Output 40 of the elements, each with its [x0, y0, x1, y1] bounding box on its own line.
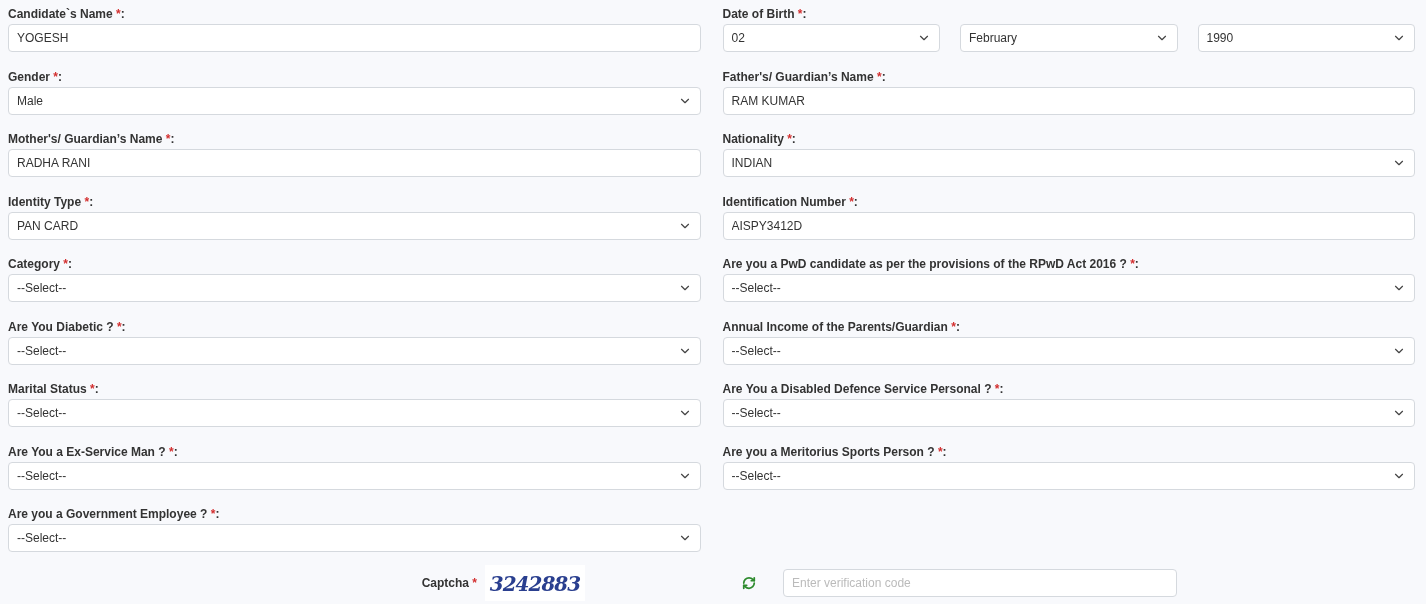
- field-label: Date of Birth *:: [722, 6, 808, 22]
- select-field[interactable]: 02: [722, 24, 940, 52]
- field-label: Are you a Meritorius Sports Person ? *:: [722, 443, 948, 460]
- field-label: Are you a Government Employee ? *:: [8, 506, 221, 522]
- field-label: Annual Income of the Parents/Guardian *:: [722, 318, 961, 335]
- refresh-icon[interactable]: [742, 576, 756, 590]
- field-label: Are You a Disabled Defence Service Personal ? *:: [722, 381, 1005, 397]
- select-field[interactable]: --Select--: [722, 399, 1415, 427]
- select-field[interactable]: --Select--: [8, 461, 701, 490]
- select-field[interactable]: PAN CARD: [8, 211, 701, 240]
- field-label: Marital Status *:: [8, 381, 100, 397]
- field-label: Identity Type *:: [8, 193, 95, 210]
- field-label: Mother's/ Guardian’s Name *:: [8, 131, 176, 147]
- select-field[interactable]: INDIAN: [722, 149, 1415, 177]
- captcha-image: 3242883: [485, 565, 585, 601]
- text-field[interactable]: YOGESH: [8, 24, 701, 52]
- verification-code-field[interactable]: Enter verification code: [783, 569, 1177, 597]
- field-label: Are You a Ex-Service Man ? *:: [8, 443, 179, 460]
- select-field[interactable]: --Select--: [8, 524, 701, 552]
- select-field[interactable]: --Select--: [8, 336, 701, 365]
- select-field[interactable]: --Select--: [722, 336, 1415, 365]
- field-label: Identification Number *:: [722, 193, 859, 210]
- field-label: Candidate`s Name *:: [8, 6, 126, 22]
- select-field[interactable]: --Select--: [8, 399, 701, 427]
- select-field[interactable]: Male: [8, 86, 701, 115]
- select-field[interactable]: --Select--: [8, 274, 701, 302]
- field-label: Gender *:: [8, 68, 64, 85]
- field-label: Category *:: [8, 256, 74, 272]
- select-field[interactable]: --Select--: [722, 274, 1415, 302]
- field-label: Nationality *:: [722, 131, 797, 147]
- text-field[interactable]: RAM KUMAR: [722, 86, 1415, 115]
- captcha-label: Captcha *: [421, 575, 477, 592]
- select-field[interactable]: --Select--: [722, 461, 1415, 490]
- text-field[interactable]: AISPY3412D: [722, 211, 1415, 240]
- field-label: Are You Diabetic ? *:: [8, 318, 127, 335]
- text-field[interactable]: RADHA RANI: [8, 149, 701, 177]
- field-label: Are you a PwD candidate as per the provisions of the RPwD Act 2016 ? *:: [722, 256, 1140, 272]
- select-field[interactable]: 1990: [1197, 24, 1415, 52]
- field-label: Father's/ Guardian’s Name *:: [722, 68, 887, 85]
- select-field[interactable]: February: [960, 24, 1178, 52]
